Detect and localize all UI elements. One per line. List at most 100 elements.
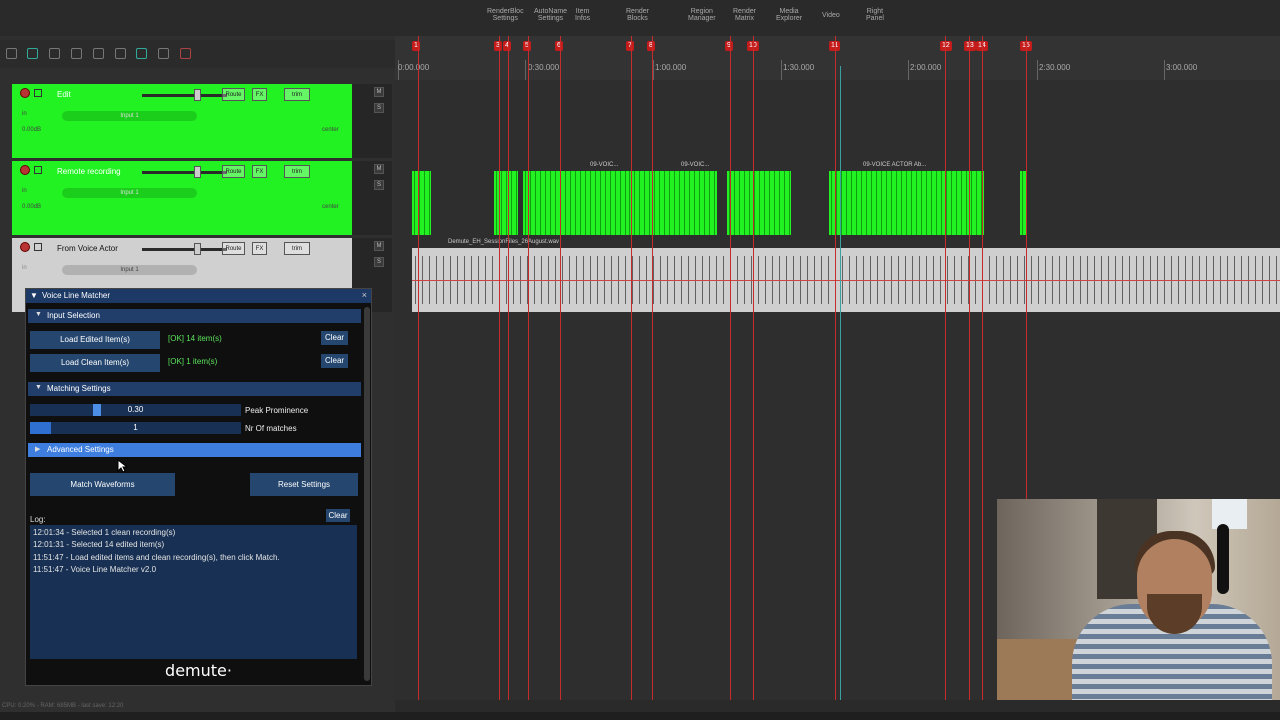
window-title: Voice Line Matcher [42, 291, 111, 300]
horizontal-scrollbar[interactable] [395, 700, 1280, 712]
input-select[interactable]: Input 1 [62, 188, 197, 198]
input-select[interactable]: Input 1 [62, 265, 197, 275]
record-arm-button[interactable] [20, 242, 30, 252]
right-panel-button[interactable]: Right Panel [866, 8, 884, 22]
record-arm-button[interactable] [20, 165, 30, 175]
log-output[interactable]: 12:01:34 - Selected 1 clean recording(s)… [30, 525, 357, 659]
volume-fader[interactable] [142, 248, 227, 251]
marker[interactable]: 8 [647, 41, 655, 51]
volume-readout: 0.00dB [22, 204, 42, 210]
media-item[interactable] [727, 171, 791, 235]
marker-line [945, 36, 946, 705]
mute-button[interactable]: M [374, 164, 384, 174]
bars-icon[interactable] [115, 48, 126, 59]
record-arm-button[interactable] [20, 88, 30, 98]
volume-fader-knob[interactable] [194, 166, 201, 178]
trim-button[interactable]: trim [284, 88, 310, 101]
triangle-down-icon: ▼ [35, 384, 42, 391]
input-select[interactable]: Input 1 [62, 111, 197, 121]
input-selection-header[interactable]: ▼ Input Selection [28, 309, 361, 323]
grid-lines-icon[interactable] [93, 48, 104, 59]
fx-button[interactable]: FX [252, 242, 267, 255]
reset-settings-button[interactable]: Reset Settings [250, 473, 358, 496]
collapse-arrow-icon[interactable]: ▼ [30, 291, 38, 300]
envelope-icon[interactable] [180, 48, 191, 59]
edited-status: [OK] 14 item(s) [168, 334, 222, 343]
track-name[interactable]: From Voice Actor [57, 244, 118, 253]
volume-fader-knob[interactable] [194, 243, 201, 255]
speaker-icon[interactable] [34, 243, 42, 251]
volume-fader[interactable] [142, 94, 227, 97]
track-remote-recording[interactable]: Remote recording Route FX trim in Input … [12, 161, 352, 235]
track-edit[interactable]: Edit Route FX trim in Input 1 0.00dB cen… [12, 84, 352, 158]
mute-button[interactable]: M [374, 87, 384, 97]
marker[interactable]: 3 [494, 41, 502, 51]
fx-button[interactable]: FX [252, 88, 267, 101]
media-explorer-button[interactable]: Media Explorer [776, 8, 802, 22]
speaker-icon[interactable] [34, 166, 42, 174]
marker-line [835, 36, 836, 705]
marker[interactable]: 4 [503, 41, 511, 51]
route-button[interactable]: Route [222, 242, 245, 255]
route-button[interactable]: Route [222, 165, 245, 178]
marker[interactable]: 5 [523, 41, 531, 51]
route-button[interactable]: Route [222, 88, 245, 101]
volume-fader[interactable] [142, 171, 227, 174]
fx-button[interactable]: FX [252, 165, 267, 178]
track-name[interactable]: Edit [57, 90, 71, 99]
solo-button[interactable]: S [374, 257, 384, 267]
renderbloc-settings-button[interactable]: RenderBloc Settings [487, 8, 524, 22]
marker-line [969, 36, 970, 705]
scrollbar[interactable] [364, 307, 370, 681]
ripple-icon[interactable] [27, 48, 38, 59]
lock-icon[interactable] [158, 48, 169, 59]
load-edited-button[interactable]: Load Edited Item(s) [30, 331, 160, 349]
speaker-icon[interactable] [34, 89, 42, 97]
media-item[interactable] [412, 171, 431, 235]
nr-of-matches-slider[interactable]: 1 [30, 422, 241, 434]
time-label: 2:30.000 [1039, 63, 1071, 72]
clear-clean-button[interactable]: Clear [321, 354, 348, 368]
playhead[interactable] [840, 66, 841, 705]
grid-icon[interactable] [6, 48, 17, 59]
media-item[interactable] [627, 171, 717, 235]
mute-button[interactable]: M [374, 241, 384, 251]
input-monitor[interactable]: in [22, 188, 27, 194]
region-manager-button[interactable]: Region Manager [688, 8, 716, 22]
match-waveforms-button[interactable]: Match Waveforms [30, 473, 175, 496]
trim-button[interactable]: trim [284, 242, 310, 255]
volume-fader-knob[interactable] [194, 89, 201, 101]
window-titlebar[interactable]: ▼ Voice Line Matcher × [26, 289, 371, 303]
advanced-settings-header[interactable]: ▶ Advanced Settings [28, 443, 361, 457]
marker[interactable]: 9 [725, 41, 733, 51]
close-icon[interactable]: × [362, 290, 367, 300]
pan-readout: center [322, 204, 339, 210]
trim-button[interactable]: trim [284, 165, 310, 178]
item-infos-button[interactable]: Item Infos [575, 8, 590, 22]
media-item[interactable] [829, 171, 984, 235]
input-monitor[interactable]: in [22, 265, 27, 271]
peak-prominence-slider[interactable]: 0.30 [30, 404, 241, 416]
video-button[interactable]: Video [822, 12, 840, 19]
track-name[interactable]: Remote recording [57, 167, 121, 176]
input-monitor[interactable]: in [22, 111, 27, 117]
marker[interactable]: 7 [626, 41, 634, 51]
render-matrix-button[interactable]: Render Matrix [733, 8, 756, 22]
snap-icon[interactable] [71, 48, 82, 59]
link-icon[interactable] [49, 48, 60, 59]
clear-edited-button[interactable]: Clear [321, 331, 348, 345]
clear-log-button[interactable]: Clear [326, 509, 350, 522]
matching-settings-header[interactable]: ▼ Matching Settings [28, 382, 361, 396]
media-item[interactable] [523, 171, 627, 235]
autoname-settings-button[interactable]: AutoName Settings [534, 8, 567, 22]
marker-line [508, 36, 509, 705]
load-clean-button[interactable]: Load Clean Item(s) [30, 354, 160, 372]
media-item[interactable] [494, 171, 518, 235]
render-blocks-button[interactable]: Render Blocks [626, 8, 649, 22]
peak-prominence-label: Peak Prominence [245, 406, 309, 415]
clean-recording-item[interactable] [412, 248, 1280, 312]
loop-icon[interactable] [136, 48, 147, 59]
solo-button[interactable]: S [374, 180, 384, 190]
marker[interactable]: 6 [555, 41, 563, 51]
solo-button[interactable]: S [374, 103, 384, 113]
